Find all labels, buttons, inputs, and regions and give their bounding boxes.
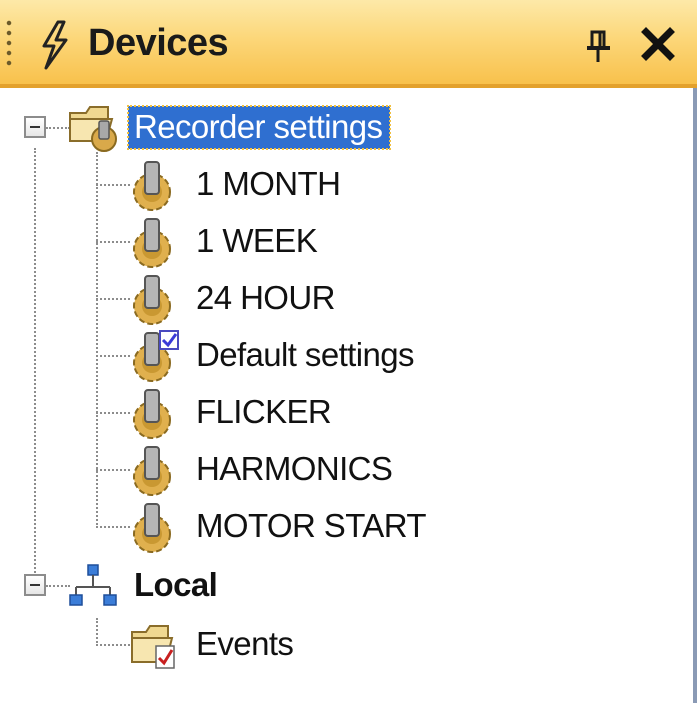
tree-node-label: HARMONICS (196, 450, 393, 487)
tree-guide-line (96, 355, 130, 357)
panel-title: Devices (88, 22, 229, 64)
tree-node-label: Events (196, 625, 294, 662)
gear-plug-icon (133, 275, 171, 325)
tree-node-label: Recorder settings (126, 104, 392, 150)
tree-node-events[interactable]: Events (128, 618, 294, 670)
tree-node-local[interactable]: Local (66, 559, 218, 611)
tree-node-label: MOTOR START (196, 507, 427, 544)
panel-title-bar[interactable]: Devices (0, 0, 697, 88)
drag-grip-icon[interactable] (6, 18, 12, 70)
lightning-icon (42, 20, 68, 70)
expander-local[interactable] (24, 574, 46, 596)
tree-guide-line (96, 152, 98, 528)
tree-guide-line (96, 184, 130, 186)
tree-guide-line (96, 644, 130, 646)
tree-node-label: Local (134, 566, 218, 603)
devices-panel: Devices Recorder settings 1 MONTH 1 WEEK… (0, 0, 697, 703)
tree-guide-line (34, 148, 36, 580)
gear-plug-checked-icon (133, 330, 179, 382)
tree-node-label: 24 HOUR (196, 279, 335, 316)
pin-icon[interactable] (583, 26, 615, 66)
tree-guide-line (96, 469, 130, 471)
close-icon[interactable] (640, 24, 676, 64)
gear-plug-icon (133, 503, 171, 553)
tree-guide-line (96, 241, 130, 243)
tree-node-recorder-settings[interactable]: Recorder settings (66, 101, 392, 153)
tree-node-label: 1 WEEK (196, 222, 318, 259)
tree-node-24-hour[interactable]: 24 HOUR (128, 272, 335, 325)
tree-node-motor-start[interactable]: MOTOR START (128, 500, 427, 553)
tree-guide-line (96, 412, 130, 414)
tree-node-1-month[interactable]: 1 MONTH (128, 158, 341, 211)
tree-guide-line (96, 298, 130, 300)
tree-node-harmonics[interactable]: HARMONICS (128, 443, 393, 496)
tree-node-1-week[interactable]: 1 WEEK (128, 215, 318, 268)
gear-plug-icon (133, 389, 171, 439)
tree-guide-line (96, 618, 98, 646)
expander-recorder-settings[interactable] (24, 116, 46, 138)
gear-plug-icon (133, 446, 171, 496)
tree-node-default-settings[interactable]: Default settings (128, 329, 414, 382)
device-tree[interactable]: Recorder settings 1 MONTH 1 WEEK 24 HOUR… (0, 88, 693, 703)
tree-node-flicker[interactable]: FLICKER (128, 386, 332, 439)
tree-node-label: Default settings (196, 336, 414, 373)
folder-gear-icon (69, 106, 117, 152)
gear-plug-icon (133, 218, 171, 268)
tree-node-label: FLICKER (196, 393, 332, 430)
network-icon (69, 564, 117, 606)
folder-events-icon (131, 625, 175, 669)
gear-plug-icon (133, 161, 171, 211)
tree-guide-line (96, 526, 130, 528)
tree-node-label: 1 MONTH (196, 165, 341, 202)
